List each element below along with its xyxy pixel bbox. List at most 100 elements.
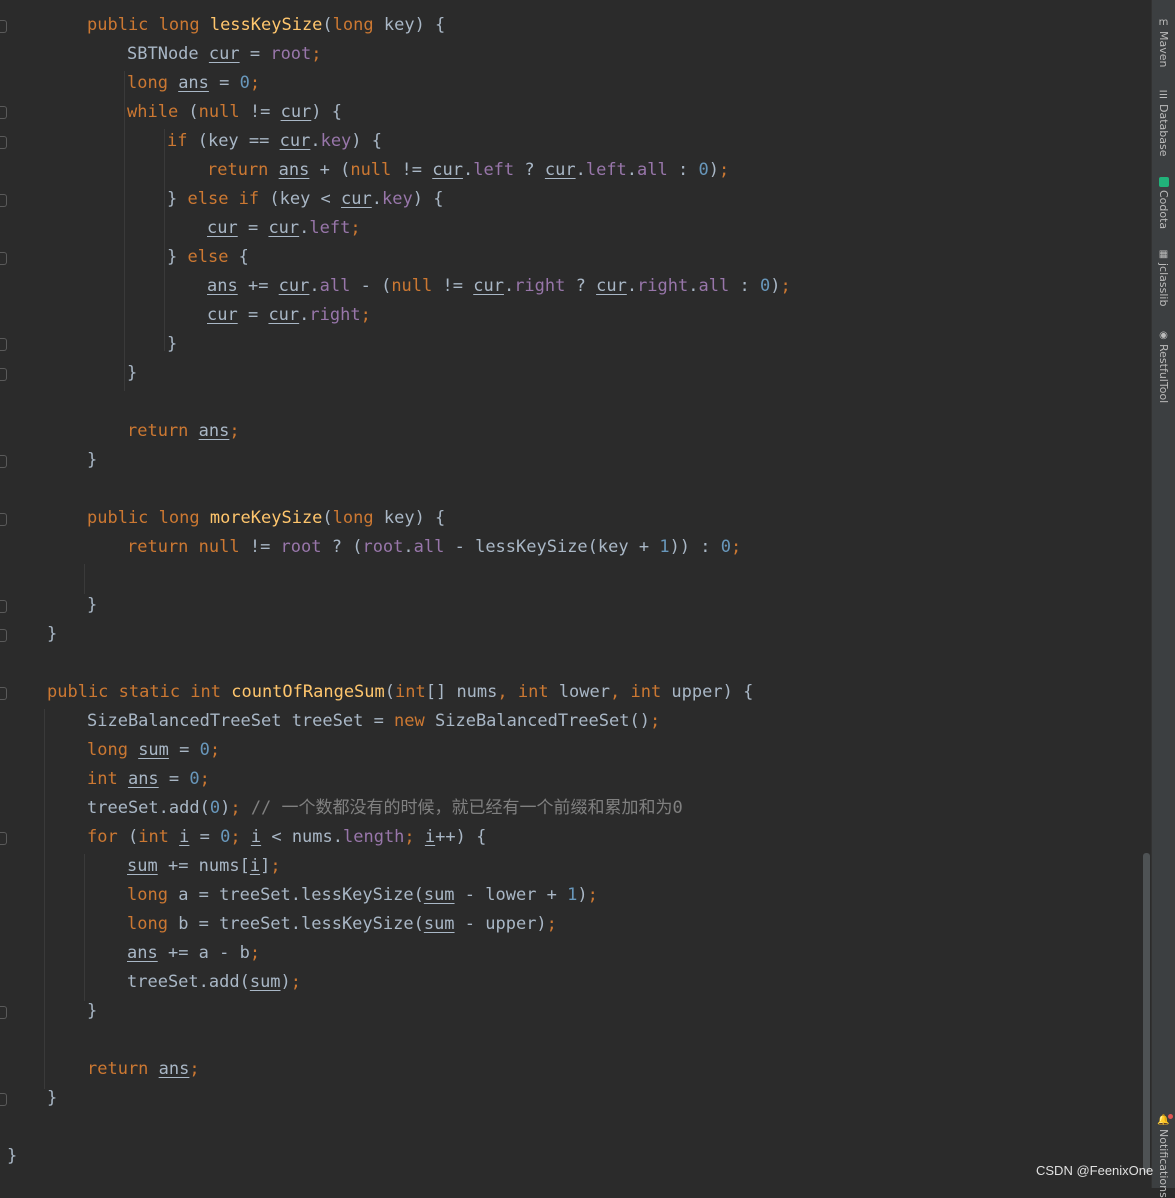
code-line[interactable]: ans += cur.all - (null != cur.right ? cu… [207,272,791,301]
code-token: } [47,1088,58,1108]
code-line[interactable]: return null != root ? (root.all - lessKe… [127,533,741,562]
fold-marker-icon[interactable] [0,1093,7,1106]
code-line[interactable]: cur = cur.right; [207,301,371,330]
tool-window-label: Database [1157,104,1170,157]
code-token: ; [230,827,251,847]
right-tool-window-bar: m Maven ☰ Database Codota ▦ jclasslib ◉ … [1151,0,1175,1198]
code-line[interactable]: return ans; [87,1055,200,1084]
fold-marker-icon[interactable] [0,1006,7,1019]
code-line[interactable]: while (null != cur) { [127,98,342,127]
code-token: } [7,1146,18,1166]
code-line[interactable]: } [87,591,97,620]
code-line[interactable]: int ans = 0; [87,765,210,794]
tool-window-restfultool[interactable]: ◉ RestfulTool [1154,331,1173,404]
code-token: ) { [311,102,343,122]
fold-marker-icon[interactable] [0,455,7,468]
code-line[interactable]: } [7,1142,17,1171]
code-token: - lessKeySize(key + [444,537,660,557]
code-token: ; [209,740,221,760]
scrollbar-thumb[interactable] [1143,853,1150,1173]
code-line[interactable]: public static int countOfRangeSum(int[] … [47,678,753,707]
code-line[interactable]: } [167,330,177,359]
code-token: sum [138,740,169,760]
code-line[interactable]: long sum = 0; [87,736,220,765]
code-token: length [343,827,405,847]
code-token: right [309,305,361,325]
tool-window-database[interactable]: ☰ Database [1154,91,1173,157]
code-editor[interactable]: public long lessKeySize(long key) {SBTNo… [0,0,1150,1188]
fold-marker-icon[interactable] [0,832,7,845]
code-token: long [332,508,384,528]
code-line[interactable]: return ans; [127,417,240,446]
code-token: 0 [720,537,731,557]
fold-marker-icon[interactable] [0,368,7,381]
code-line[interactable]: ans += a - b; [127,939,260,968]
code-token: )) : [669,537,721,557]
tool-window-maven[interactable]: m Maven [1154,18,1173,68]
tool-window-jclasslib[interactable]: ▦ jclasslib [1154,250,1173,307]
code-line[interactable]: public long lessKeySize(long key) { [87,11,445,40]
fold-marker-icon[interactable] [0,687,7,700]
code-token: cur [341,189,372,209]
fold-marker-icon[interactable] [0,136,7,149]
code-token: ; [249,73,261,93]
code-token: all [319,276,351,296]
code-token: key [382,189,413,209]
code-line[interactable]: cur = cur.left; [207,214,361,243]
code-line[interactable]: } [127,359,137,388]
tool-window-label: Maven [1157,31,1170,68]
code-line[interactable]: } [87,446,97,475]
code-token: public long [87,15,210,35]
code-line[interactable]: long b = treeSet.lessKeySize(sum - upper… [127,910,557,939]
code-token: ans [127,943,158,963]
code-line[interactable]: long ans = 0; [127,69,260,98]
code-token: ; [199,769,210,789]
code-token: } [47,624,58,644]
code-token: += [237,276,279,296]
fold-marker-icon[interactable] [0,513,7,526]
code-line[interactable]: treeSet.add(0); // 一个数都没有的时候，就已经有一个前缀和累加… [87,794,683,823]
code-line[interactable]: SBTNode cur = root; [127,40,322,69]
indent-guide [164,129,165,351]
code-token: . [462,160,474,180]
code-token: ( [322,508,333,528]
code-line[interactable]: if (key == cur.key) { [167,127,382,156]
code-line[interactable]: public long moreKeySize(long key) { [87,504,445,533]
fold-marker-icon[interactable] [0,338,7,351]
code-line[interactable]: } else { [167,243,249,272]
code-token: ? [565,276,597,296]
fold-marker-icon[interactable] [0,629,7,642]
code-token: < nums. [261,827,343,847]
notifications-icon: 🔔 [1157,1114,1173,1126]
code-line[interactable]: for (int i = 0; i < nums.length; i++) { [87,823,486,852]
code-token: return [127,421,199,441]
code-token: ; [546,914,557,934]
code-line[interactable]: } [47,620,57,649]
database-icon: ☰ [1159,90,1168,101]
code-token: += a - b [157,943,250,963]
tool-window-codota[interactable]: Codota [1154,177,1173,229]
fold-marker-icon[interactable] [0,252,7,265]
fold-marker-icon[interactable] [0,194,7,207]
code-line[interactable]: treeSet.add(sum); [127,968,301,997]
code-token: ans [158,1059,190,1079]
code-token: = [208,73,240,93]
tool-window-notifications[interactable]: 🔔 Notifications [1154,1114,1173,1198]
code-token: : [667,160,699,180]
code-token: // 一个数都没有的时候，就已经有一个前缀和累加和为0 [250,798,683,818]
code-line[interactable]: } [87,997,97,1026]
fold-marker-icon[interactable] [0,600,7,613]
code-line[interactable]: return ans + (null != cur.left ? cur.lef… [207,156,729,185]
code-token: long [332,15,384,35]
fold-marker-icon[interactable] [0,20,7,33]
code-line[interactable]: SizeBalancedTreeSet treeSet = new SizeBa… [87,707,660,736]
code-token: sum [423,885,455,905]
code-line[interactable]: } [47,1084,57,1113]
code-token: . [403,537,414,557]
fold-marker-icon[interactable] [0,106,7,119]
code-token: ( [322,15,333,35]
code-line[interactable]: sum += nums[i]; [127,852,281,881]
code-line[interactable]: long a = treeSet.lessKeySize(sum - lower… [127,881,598,910]
code-token: null [198,102,250,122]
code-line[interactable]: } else if (key < cur.key) { [167,185,443,214]
